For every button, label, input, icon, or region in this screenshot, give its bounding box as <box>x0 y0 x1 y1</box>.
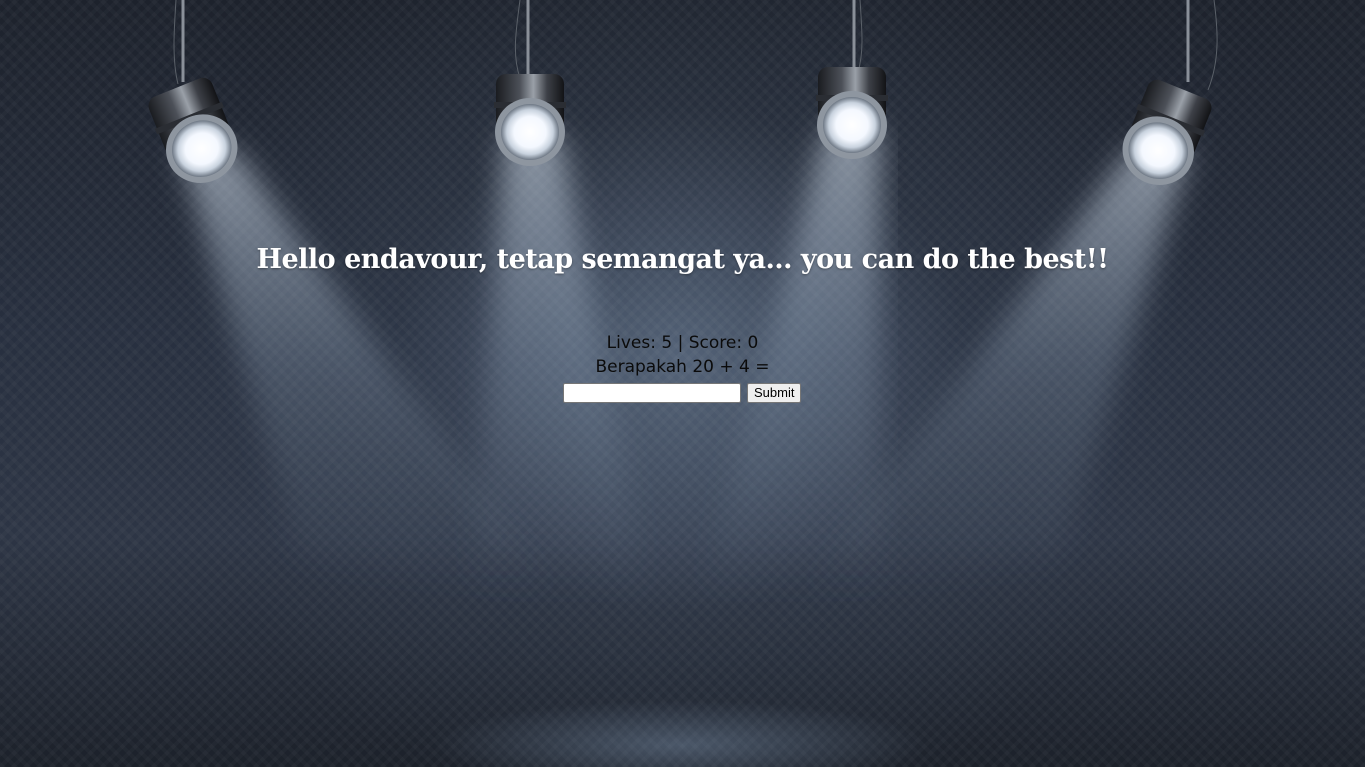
page-title: Hello endavour, tetap semangat ya… you c… <box>256 244 1109 275</box>
score-value: 0 <box>747 333 759 353</box>
status-line: Lives: 5 | Score: 0 <box>0 331 1365 355</box>
status-separator: | <box>677 333 684 353</box>
lives-value: 5 <box>661 333 673 353</box>
game-panel: Hello endavour, tetap semangat ya… you c… <box>0 0 1365 767</box>
score-label: Score: <box>688 333 743 353</box>
answer-input[interactable] <box>563 383 741 403</box>
submit-button[interactable]: Submit <box>747 383 802 403</box>
answer-form: Submit <box>563 382 802 404</box>
lives-label: Lives: <box>606 333 656 353</box>
question-text: Berapakah 20 + 4 = <box>595 357 770 377</box>
